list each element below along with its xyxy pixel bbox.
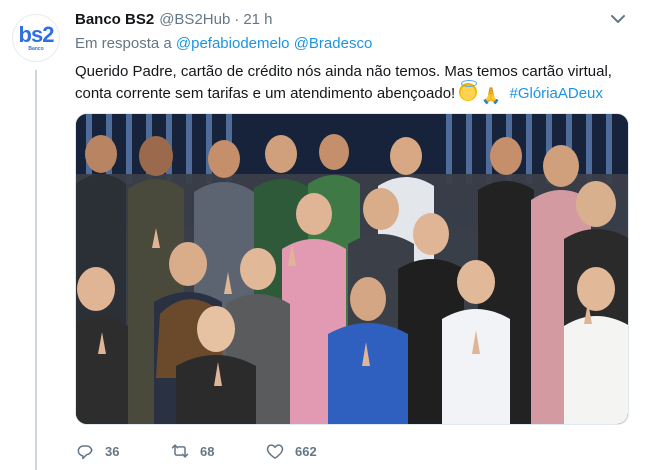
tweet-text-line: Querido Padre, cartão de crédito nós ain… (75, 63, 612, 80)
tweet-avatar[interactable]: bs2 Banco (12, 14, 60, 62)
avatar-logo-subtitle: Banco (28, 45, 44, 52)
tweet-text-line: conta corrente sem tarifas e um atendime… (75, 85, 456, 102)
chevron-down-icon[interactable] (608, 10, 628, 28)
like-count: 662 (295, 443, 317, 459)
tweet-header: Banco BS2 @BS2Hub · 21 h (75, 9, 273, 29)
folded-hands-icon: 🙏 (481, 88, 502, 105)
reply-icon (77, 445, 93, 460)
header-separator: · (234, 10, 240, 28)
group-photo-graphic (76, 134, 628, 424)
tweet-timestamp[interactable]: 21 h (243, 11, 272, 28)
reply-button[interactable]: 36 (75, 441, 170, 461)
mention-link[interactable]: @Bradesco (294, 35, 373, 52)
reply-prefix: Em resposta a (75, 35, 172, 52)
tweet-photo[interactable] (75, 113, 629, 425)
tweet-actions: 36 68 662 (75, 438, 317, 464)
tweet-text: Querido Padre, cartão de crédito nós ain… (75, 61, 635, 108)
retweet-button[interactable]: 68 (170, 441, 265, 461)
reply-context: Em resposta a @pefabiodemelo @Bradesco (75, 35, 372, 52)
retweet-count: 68 (200, 443, 215, 459)
avatar-logo: bs2 (18, 21, 55, 47)
mention-link[interactable]: @pefabiodemelo (176, 35, 290, 52)
heart-icon (266, 444, 284, 459)
reply-count: 36 (105, 443, 120, 459)
hashtag-link[interactable]: #GlóriaADeux (510, 85, 603, 102)
thread-line (35, 70, 37, 470)
retweet-icon (171, 444, 189, 458)
smiling-face-with-halo-icon (459, 80, 478, 101)
account-name[interactable]: Banco BS2 (75, 11, 154, 28)
like-button[interactable]: 662 (265, 441, 317, 461)
account-handle[interactable]: @BS2Hub (159, 11, 230, 28)
